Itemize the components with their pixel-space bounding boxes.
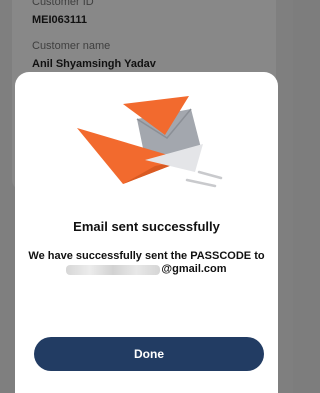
modal-message: We have successfully sent the PASSCODE t… — [15, 250, 278, 279]
modal-title: Email sent successfully — [73, 219, 220, 234]
done-button[interactable]: Done — [34, 337, 264, 371]
masked-email: @gmail.com — [66, 263, 227, 276]
message-line: We have successfully sent the PASSCODE t… — [28, 250, 265, 262]
customer-name-label: Customer name — [32, 40, 111, 52]
email-sent-modal: Email sent successfully We have successf… — [15, 72, 278, 393]
customer-id-label: Customer ID — [32, 0, 94, 8]
email-sent-envelope-icon — [77, 96, 223, 188]
customer-name-value: Anil Shyamsingh Yadav — [32, 58, 156, 70]
customer-id-value: MEI063111 — [32, 14, 88, 26]
email-redaction — [66, 264, 161, 275]
email-domain: @gmail.com — [161, 263, 227, 275]
